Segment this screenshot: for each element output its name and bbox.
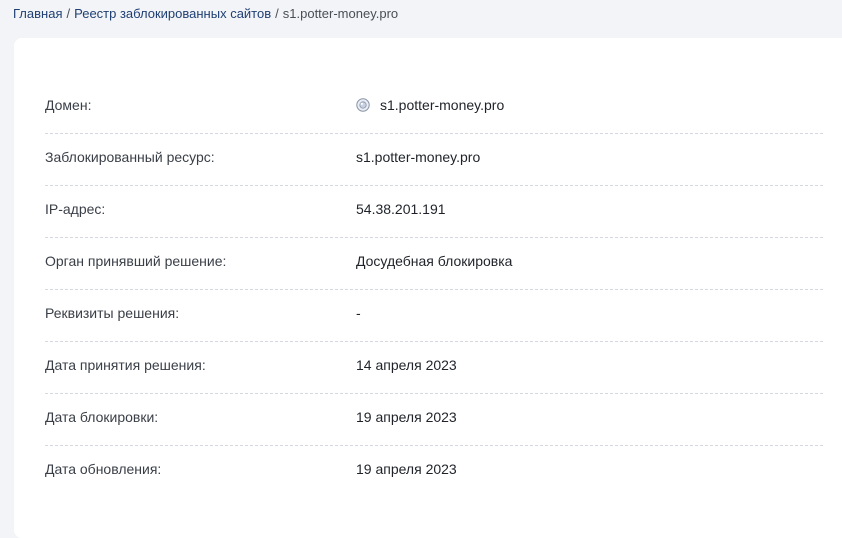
globe-icon	[356, 98, 370, 112]
detail-value: 54.38.201.191	[356, 201, 446, 217]
detail-value: s1.potter-money.pro	[356, 97, 504, 113]
domain-value: s1.potter-money.pro	[380, 97, 505, 113]
detail-value: -	[356, 305, 361, 321]
detail-value: Досудебная блокировка	[356, 253, 513, 269]
details-card: Домен: s1.potter-money.pro Заблокированн…	[14, 38, 842, 538]
breadcrumb-separator: /	[66, 6, 71, 21]
detail-label: Домен:	[45, 97, 92, 113]
breadcrumb-registry-link[interactable]: Реестр заблокированных сайтов	[74, 6, 271, 21]
detail-row-update-date: Дата обновления: 19 апреля 2023	[45, 446, 823, 498]
detail-row-blocked-resource: Заблокированный ресурс: s1.potter-money.…	[45, 134, 823, 186]
details-list: Домен: s1.potter-money.pro Заблокированн…	[45, 82, 823, 498]
detail-label: Заблокированный ресурс:	[45, 149, 215, 165]
detail-label: Дата принятия решения:	[45, 357, 206, 373]
detail-value: 19 апреля 2023	[356, 461, 457, 477]
breadcrumb-current: s1.potter-money.pro	[282, 6, 399, 21]
detail-row-ip-address: IP-адрес: 54.38.201.191	[45, 186, 823, 238]
breadcrumb-home-link[interactable]: Главная	[13, 6, 62, 21]
detail-value: s1.potter-money.pro	[356, 149, 481, 165]
detail-row-decision-details: Реквизиты решения: -	[45, 290, 823, 342]
detail-row-authority: Орган принявший решение: Досудебная блок…	[45, 238, 823, 290]
detail-value: 14 апреля 2023	[356, 357, 457, 373]
detail-label: Дата блокировки:	[45, 409, 159, 425]
detail-row-block-date: Дата блокировки: 19 апреля 2023	[45, 394, 823, 446]
detail-row-decision-date: Дата принятия решения: 14 апреля 2023	[45, 342, 823, 394]
detail-label: IP-адрес:	[45, 201, 106, 217]
detail-value: 19 апреля 2023	[356, 409, 457, 425]
detail-label: Орган принявший решение:	[45, 253, 227, 269]
breadcrumb: Главная / Реестр заблокированных сайтов / s1…	[13, 6, 398, 21]
detail-label: Дата обновления:	[45, 461, 162, 477]
breadcrumb-separator: /	[275, 6, 279, 21]
detail-label: Реквизиты решения:	[45, 305, 180, 321]
detail-row-domain: Домен: s1.potter-money.pro	[45, 82, 823, 134]
